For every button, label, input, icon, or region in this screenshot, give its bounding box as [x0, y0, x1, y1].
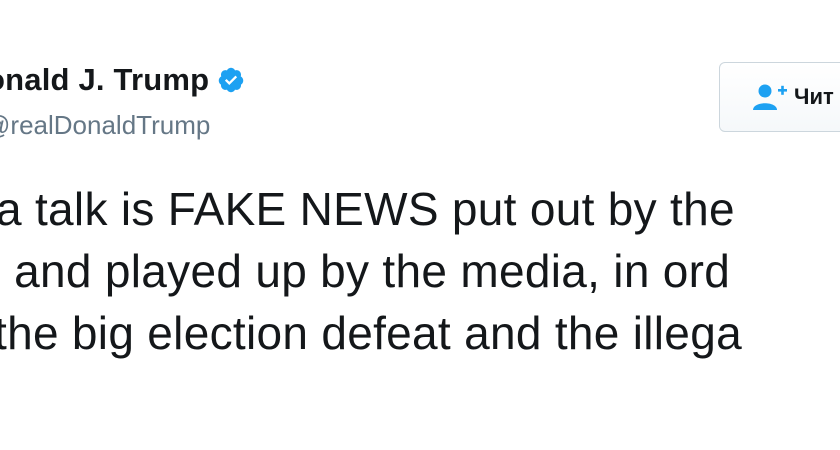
author-header: onald J. Trump — [0, 62, 245, 98]
tweet-text-line-2: , and played up by the media, in ord — [0, 245, 731, 297]
follow-button-label: Чит — [794, 84, 834, 109]
tweet-text-line-3: the big election defeat and the illega — [0, 307, 742, 359]
author-handle-text: realDonaldTrump — [10, 110, 211, 140]
follow-button[interactable]: Чит — [719, 62, 840, 132]
tweet-text-line-1: a talk is FAKE NEWS put out by the — [0, 183, 735, 235]
tweet-card: onald J. Trump @realDonaldTrump Чит a ta… — [0, 0, 840, 450]
tweet-text: a talk is FAKE NEWS put out by the , and… — [0, 178, 840, 364]
author-handle[interactable]: @realDonaldTrump — [0, 110, 210, 141]
author-display-name[interactable]: onald J. Trump — [0, 62, 209, 98]
add-user-icon — [752, 83, 788, 111]
verified-badge-icon — [217, 66, 245, 94]
